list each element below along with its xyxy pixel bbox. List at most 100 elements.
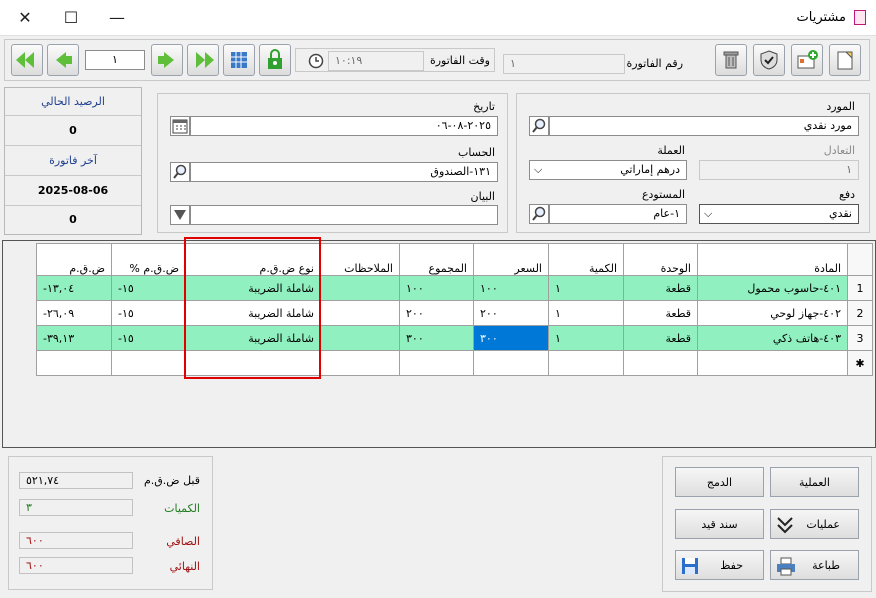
table-row[interactable]: 3 ٤٠٣-هاتف ذكي قطعة ١ ٣٠٠ ٣٠٠ شاملة الضر… — [36, 325, 873, 351]
cell-item[interactable] — [697, 350, 848, 376]
cell-total[interactable]: ١٠٠ — [399, 275, 474, 301]
date-field[interactable]: ٢٠٢٥-٠٨-٠٦ — [190, 116, 498, 136]
summary-panel: ٥٢١,٧٤ قبل ض.ق.م ٣ الكميات ٦٠٠ الصافي ٦٠… — [8, 456, 213, 590]
cell-qty[interactable]: ١ — [548, 275, 624, 301]
column-header-price[interactable]: السعر — [473, 243, 549, 276]
delete-button[interactable] — [715, 44, 747, 76]
merge-button[interactable]: الدمج — [675, 467, 764, 497]
new-button[interactable] — [791, 44, 823, 76]
chevron-down-icon: ⌵ — [704, 207, 713, 220]
payment-select[interactable]: ⌵ نقدي — [699, 204, 859, 224]
cell-price-selected[interactable]: ٣٠٠ — [473, 325, 549, 351]
save-button[interactable]: حفظ — [675, 550, 764, 580]
cell-unit[interactable]: قطعة — [623, 325, 698, 351]
minimize-icon[interactable]: — — [94, 0, 140, 36]
cell-qty[interactable]: ١ — [548, 300, 624, 326]
notes-button[interactable] — [829, 44, 861, 76]
operations-menu-button[interactable]: عمليات — [770, 509, 859, 539]
new-row-icon[interactable]: ✱ — [847, 350, 873, 376]
cell-unit[interactable]: قطعة — [623, 275, 698, 301]
row-number[interactable]: 1 — [847, 275, 873, 301]
approve-button[interactable] — [753, 44, 785, 76]
cell-qty[interactable] — [548, 350, 624, 376]
cell-price[interactable]: ١٠٠ — [473, 275, 549, 301]
cell-tax-pct[interactable]: ١٥- — [111, 325, 186, 351]
warehouse-search-button[interactable] — [529, 204, 549, 224]
next-record-button[interactable] — [151, 44, 183, 76]
cell-notes[interactable] — [320, 275, 400, 301]
table-row[interactable]: 2 ٤٠٢-جهاز لوحي قطعة ١ ٢٠٠ ٢٠٠ شاملة الض… — [36, 300, 873, 326]
row-number[interactable]: 2 — [847, 300, 873, 326]
cell-total[interactable] — [399, 350, 474, 376]
supplier-field[interactable]: مورد نقدي — [549, 116, 859, 136]
column-header-qty[interactable]: الكمية — [548, 243, 624, 276]
cell-tax-pct[interactable]: ١٥- — [111, 300, 186, 326]
cell-item[interactable]: ٤٠٢-جهاز لوحي — [697, 300, 848, 326]
cell-tax-pct[interactable] — [111, 350, 186, 376]
cell-price[interactable] — [473, 350, 549, 376]
cell-unit[interactable]: قطعة — [623, 300, 698, 326]
column-header-tax[interactable]: ض.ق.م — [36, 243, 112, 276]
maximize-icon[interactable]: ☐ — [48, 0, 94, 36]
cell-tax-pct[interactable]: ١٥- — [111, 275, 186, 301]
cell-notes[interactable] — [320, 325, 400, 351]
cell-tax[interactable]: ٣٩,١٣- — [36, 325, 112, 351]
final-label: النهائي — [169, 560, 200, 573]
supplier-search-button[interactable] — [529, 116, 549, 136]
final-field: ٦٠٠ — [19, 557, 133, 574]
last-invoice-date: 2025-08-06 — [5, 176, 141, 206]
search-icon — [532, 206, 546, 221]
currency-value: درهم إماراتي — [620, 163, 680, 176]
currency-label: العملة — [657, 144, 685, 157]
column-header-unit[interactable]: الوحدة — [623, 243, 698, 276]
page-number-field[interactable]: ١ — [85, 50, 145, 70]
cell-tax[interactable]: ١٣,٠٤- — [36, 275, 112, 301]
first-record-button[interactable] — [11, 44, 43, 76]
double-right-arrow-icon — [196, 52, 214, 68]
statement-filter-button[interactable] — [170, 205, 190, 225]
row-number[interactable]: 3 — [847, 325, 873, 351]
previous-record-button[interactable] — [47, 44, 79, 76]
new-row[interactable]: ✱ — [36, 350, 873, 376]
cell-unit[interactable] — [623, 350, 698, 376]
grid-view-button[interactable] — [223, 44, 255, 76]
print-button[interactable]: طباعة — [770, 550, 859, 580]
cell-notes[interactable] — [320, 300, 400, 326]
trash-icon — [723, 51, 739, 69]
cell-item[interactable]: ٤٠١-حاسوب محمول — [697, 275, 848, 301]
lock-button[interactable] — [259, 44, 291, 76]
print-label: طباعة — [812, 559, 840, 572]
column-header-tax-pct[interactable]: ض.ق.م % — [111, 243, 186, 276]
account-label: الحساب — [457, 146, 495, 159]
date-label: تاريخ — [473, 100, 495, 113]
operation-button[interactable]: العملية — [770, 467, 859, 497]
account-field[interactable]: ١٣١-الصندوق — [190, 162, 498, 182]
cell-tax[interactable] — [36, 350, 112, 376]
currency-select[interactable]: ⌵ درهم إماراتي — [529, 160, 687, 180]
column-header-total[interactable]: المجموع — [399, 243, 474, 276]
cell-item[interactable]: ٤٠٣-هاتف ذكي — [697, 325, 848, 351]
column-header-item[interactable]: المادة — [697, 243, 848, 276]
cell-total[interactable]: ٢٠٠ — [399, 300, 474, 326]
title-bar: ✕ ☐ — مشتريات — [0, 0, 876, 36]
cell-total[interactable]: ٣٠٠ — [399, 325, 474, 351]
statement-label: البيان — [470, 190, 495, 203]
invoice-number-label: رقم الفاتورة — [626, 57, 683, 70]
journal-voucher-button[interactable]: سند قيد — [675, 509, 764, 539]
close-icon[interactable]: ✕ — [2, 0, 48, 36]
tax-type-column-highlight — [184, 237, 321, 379]
cell-tax[interactable]: ٢٦,٠٩- — [36, 300, 112, 326]
cell-notes[interactable] — [320, 350, 400, 376]
calendar-button[interactable] — [170, 116, 190, 136]
cell-price[interactable]: ٢٠٠ — [473, 300, 549, 326]
account-search-button[interactable] — [170, 162, 190, 182]
invoice-number-field: ١ — [503, 54, 625, 74]
last-invoice-value: 0 — [69, 213, 77, 226]
last-record-button[interactable] — [187, 44, 219, 76]
right-arrow-icon — [158, 52, 174, 68]
warehouse-field[interactable]: ١-عام — [549, 204, 687, 224]
table-row[interactable]: 1 ٤٠١-حاسوب محمول قطعة ١ ١٠٠ ١٠٠ شاملة ا… — [36, 275, 873, 301]
column-header-notes[interactable]: الملاحظات — [320, 243, 400, 276]
cell-qty[interactable]: ١ — [548, 325, 624, 351]
statement-field[interactable] — [190, 205, 498, 225]
